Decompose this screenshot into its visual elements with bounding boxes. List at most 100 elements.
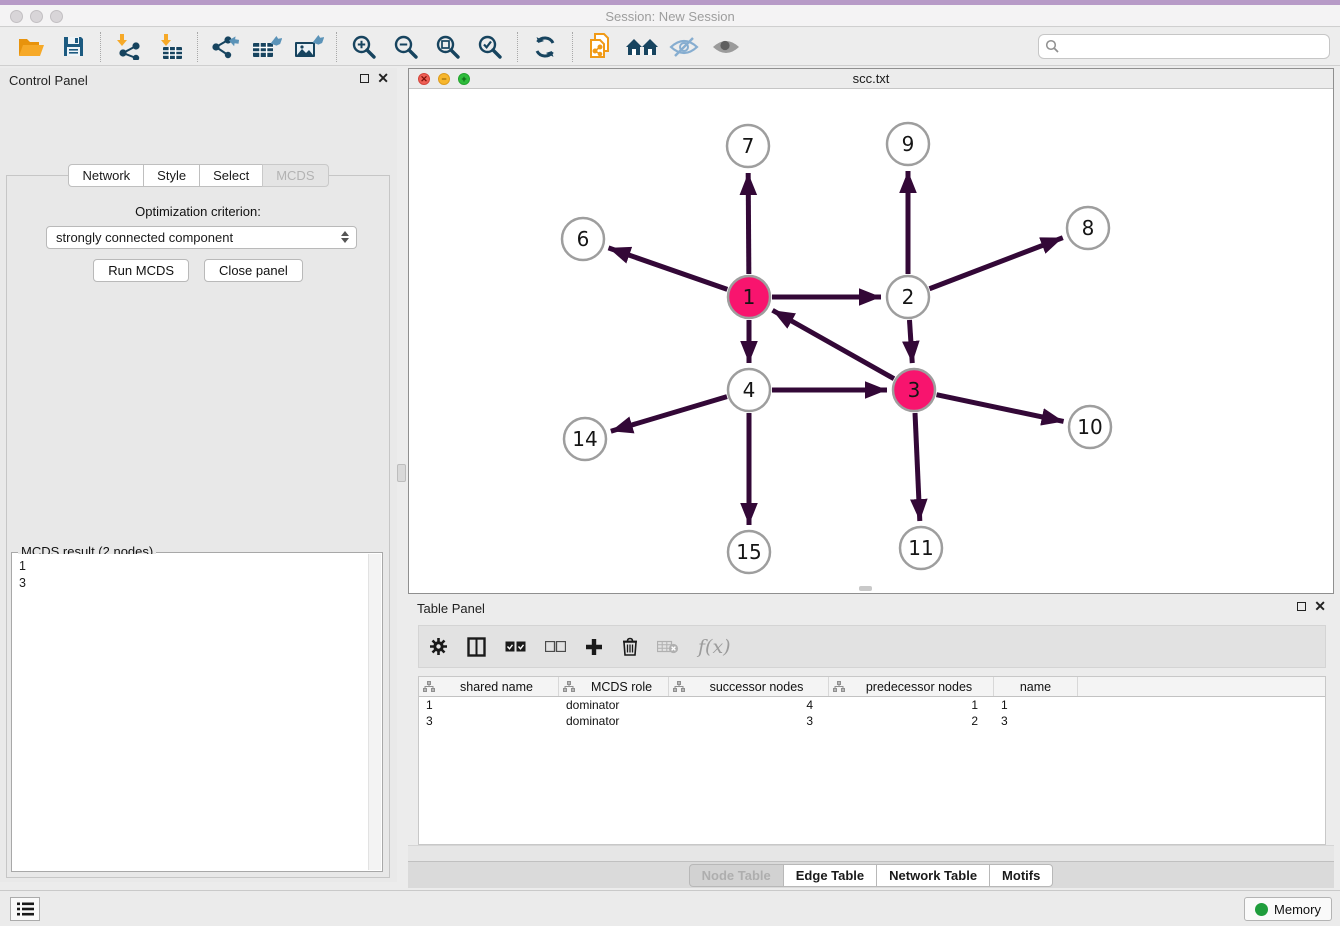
- select-all-columns-button[interactable]: [505, 635, 526, 659]
- graph-edge-3-10[interactable]: [937, 395, 1064, 422]
- table-row[interactable]: 1dominator411: [419, 697, 1325, 713]
- table-row[interactable]: 3dominator323: [419, 713, 1325, 729]
- tab-mcds[interactable]: MCDS: [262, 164, 328, 187]
- graph-node-10[interactable]: 10: [1069, 406, 1111, 448]
- cell-name[interactable]: 1: [994, 698, 1078, 712]
- tab-network-table[interactable]: Network Table: [876, 864, 990, 887]
- network-window-titlebar[interactable]: ✕ − + scc.txt: [409, 69, 1333, 89]
- graph-node-1[interactable]: 1: [728, 276, 770, 318]
- graph-node-9[interactable]: 9: [887, 123, 929, 165]
- result-scrollbar[interactable]: [368, 554, 381, 870]
- app-titlebar: Session: New Session: [0, 5, 1340, 27]
- zoom-fit-button[interactable]: [430, 31, 466, 63]
- copy-network-button[interactable]: [582, 31, 618, 63]
- memory-button[interactable]: Memory: [1244, 897, 1332, 921]
- column-label: name: [998, 680, 1073, 694]
- cell-predecessor-nodes[interactable]: 2: [829, 714, 994, 728]
- zoom-out-button[interactable]: [388, 31, 424, 63]
- cell-mcds-role[interactable]: dominator: [559, 698, 669, 712]
- graph-node-8[interactable]: 8: [1067, 207, 1109, 249]
- tab-network[interactable]: Network: [68, 164, 144, 187]
- save-session-button[interactable]: [55, 31, 91, 63]
- table-hscrollbar[interactable]: [408, 845, 1334, 861]
- attribute-tree-icon: [423, 681, 435, 692]
- close-panel-button[interactable]: Close panel: [204, 259, 303, 282]
- close-table-panel-icon[interactable]: ✕: [1314, 601, 1326, 612]
- column-header-successor-nodes[interactable]: successor nodes: [669, 677, 829, 696]
- search-input[interactable]: [1038, 34, 1330, 59]
- graph-edge-1-7[interactable]: [748, 173, 749, 274]
- choose-columns-button[interactable]: [467, 635, 486, 659]
- tab-motifs[interactable]: Motifs: [989, 864, 1053, 887]
- network-canvas[interactable]: 1 2 3 4 6 7 8 9 10 11 14 15: [409, 89, 1333, 592]
- cell-mcds-role[interactable]: dominator: [559, 714, 669, 728]
- function-builder-button[interactable]: f(x): [698, 635, 731, 659]
- table-header-row: shared name MCDS role successor nodes pr…: [419, 677, 1325, 697]
- zoom-in-button[interactable]: [346, 31, 382, 63]
- cell-successor-nodes[interactable]: 4: [669, 698, 829, 712]
- optimization-criterion-value: strongly connected component: [56, 230, 233, 245]
- column-header-mcds-role[interactable]: MCDS role: [559, 677, 669, 696]
- optimization-criterion-select[interactable]: strongly connected component: [46, 226, 357, 249]
- zoom-selected-icon: [477, 34, 503, 60]
- graph-node-3[interactable]: 3: [893, 369, 935, 411]
- deselect-all-columns-button[interactable]: [545, 635, 566, 659]
- graph-edge-4-14[interactable]: [611, 397, 727, 432]
- delete-entry-button[interactable]: [622, 635, 638, 659]
- graph-node-2[interactable]: 2: [887, 276, 929, 318]
- attribute-tree-icon: [833, 681, 845, 692]
- delete-table-icon: [657, 639, 679, 654]
- column-header-predecessor-nodes[interactable]: predecessor nodes: [829, 677, 994, 696]
- cell-name[interactable]: 3: [994, 714, 1078, 728]
- refresh-icon: [532, 34, 558, 60]
- close-panel-icon[interactable]: ✕: [377, 73, 389, 84]
- delete-table-button[interactable]: [657, 635, 679, 659]
- export-image-button[interactable]: [291, 31, 327, 63]
- zoom-selected-button[interactable]: [472, 31, 508, 63]
- table-settings-button[interactable]: [429, 635, 448, 659]
- svg-text:4: 4: [743, 378, 756, 402]
- add-entry-button[interactable]: [585, 635, 603, 659]
- show-details-button[interactable]: [708, 31, 744, 63]
- select-stepper-icon: [341, 231, 349, 243]
- graph-node-11[interactable]: 11: [900, 527, 942, 569]
- mcds-result-text[interactable]: 1 3: [12, 554, 367, 871]
- graph-node-6[interactable]: 6: [562, 218, 604, 260]
- float-panel-icon[interactable]: [360, 74, 369, 83]
- tab-style[interactable]: Style: [143, 164, 200, 187]
- panel-splitter-handle[interactable]: [397, 464, 406, 482]
- column-header-name[interactable]: name: [994, 677, 1078, 696]
- run-mcds-button[interactable]: Run MCDS: [93, 259, 189, 282]
- import-table-button[interactable]: [152, 31, 188, 63]
- open-session-button[interactable]: [13, 31, 49, 63]
- graph-node-15[interactable]: 15: [728, 531, 770, 573]
- tab-node-table[interactable]: Node Table: [689, 864, 784, 887]
- float-table-panel-icon[interactable]: [1297, 602, 1306, 611]
- hide-details-button[interactable]: [666, 31, 702, 63]
- column-header-shared-name[interactable]: shared name: [419, 677, 559, 696]
- graph-node-7[interactable]: 7: [727, 125, 769, 167]
- task-history-button[interactable]: [10, 897, 40, 921]
- refresh-view-button[interactable]: [527, 31, 563, 63]
- cell-predecessor-nodes[interactable]: 1: [829, 698, 994, 712]
- graph-edge-2-8[interactable]: [929, 238, 1062, 289]
- tab-edge-table[interactable]: Edge Table: [783, 864, 877, 887]
- network-hscrollbar[interactable]: [859, 586, 872, 591]
- cell-shared-name[interactable]: 1: [419, 698, 559, 712]
- cell-successor-nodes[interactable]: 3: [669, 714, 829, 728]
- svg-text:11: 11: [908, 536, 933, 560]
- tab-select[interactable]: Select: [199, 164, 263, 187]
- graph-node-14[interactable]: 14: [564, 418, 606, 460]
- graph-edge-3-1[interactable]: [773, 310, 894, 378]
- export-network-button[interactable]: [207, 31, 243, 63]
- export-table-button[interactable]: [249, 31, 285, 63]
- graph-edge-2-3[interactable]: [909, 320, 912, 363]
- graph-edge-1-6[interactable]: [608, 248, 727, 290]
- network-window: ✕ − + scc.txt 1 2 3 4 6 7 8 9 10 11 14 15: [408, 68, 1334, 594]
- cell-shared-name[interactable]: 3: [419, 714, 559, 728]
- home-button[interactable]: [624, 31, 660, 63]
- graph-node-4[interactable]: 4: [728, 369, 770, 411]
- import-network-button[interactable]: [110, 31, 146, 63]
- graph-edge-3-11[interactable]: [915, 413, 920, 521]
- toolbar-separator: [517, 32, 518, 62]
